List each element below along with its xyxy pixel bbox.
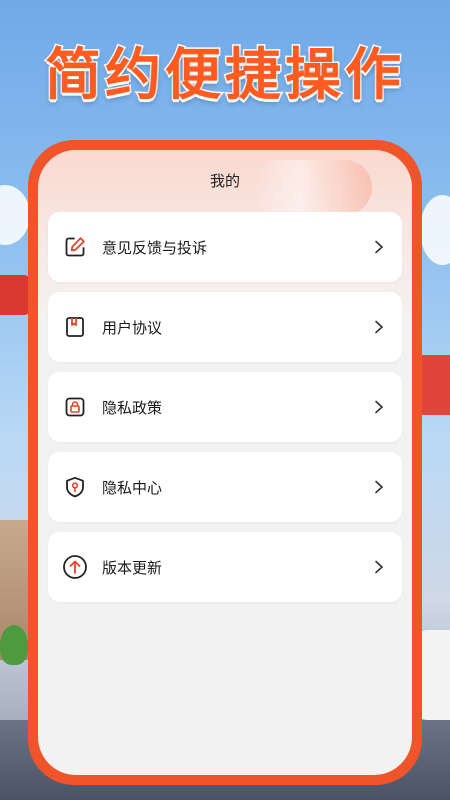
station-roof-left	[0, 275, 30, 315]
tree-left	[0, 625, 28, 665]
menu-item-label: 版本更新	[102, 558, 163, 577]
menu-item-label: 意见反馈与投诉	[102, 238, 208, 257]
cloud-left	[0, 185, 30, 245]
promo-headline: 简约便捷操作	[44, 42, 405, 110]
settings-menu: 意见反馈与投诉 用户协议 隐私政策 隐私中心 版本更新	[48, 212, 402, 612]
menu-item-label: 隐私中心	[102, 478, 163, 497]
menu-item-feedback[interactable]: 意见反馈与投诉	[48, 212, 402, 282]
phone-screen: 我的 意见反馈与投诉 用户协议 隐私政策 隐私中心 版本更新	[38, 150, 412, 775]
menu-item-privacy-center[interactable]: 隐私中心	[48, 452, 402, 522]
menu-item-label: 用户协议	[102, 318, 163, 337]
lock-icon	[62, 394, 88, 420]
shield-icon	[62, 474, 88, 500]
menu-item-label: 隐私政策	[102, 398, 163, 417]
arrow-up-circle-icon	[62, 554, 88, 580]
chevron-right-icon	[372, 240, 386, 254]
menu-item-user-agreement[interactable]: 用户协议	[48, 292, 402, 362]
phone-frame: 我的 意见反馈与投诉 用户协议 隐私政策 隐私中心 版本更新	[28, 140, 422, 785]
page-title: 我的	[209, 172, 240, 190]
edit-icon	[62, 234, 88, 260]
menu-item-version-update[interactable]: 版本更新	[48, 532, 402, 602]
book-icon	[62, 314, 88, 340]
chevron-right-icon	[372, 480, 386, 494]
chevron-right-icon	[372, 400, 386, 414]
cloud-right	[420, 195, 450, 265]
chevron-right-icon	[372, 320, 386, 334]
menu-item-privacy-policy[interactable]: 隐私政策	[48, 372, 402, 442]
chevron-right-icon	[372, 560, 386, 574]
